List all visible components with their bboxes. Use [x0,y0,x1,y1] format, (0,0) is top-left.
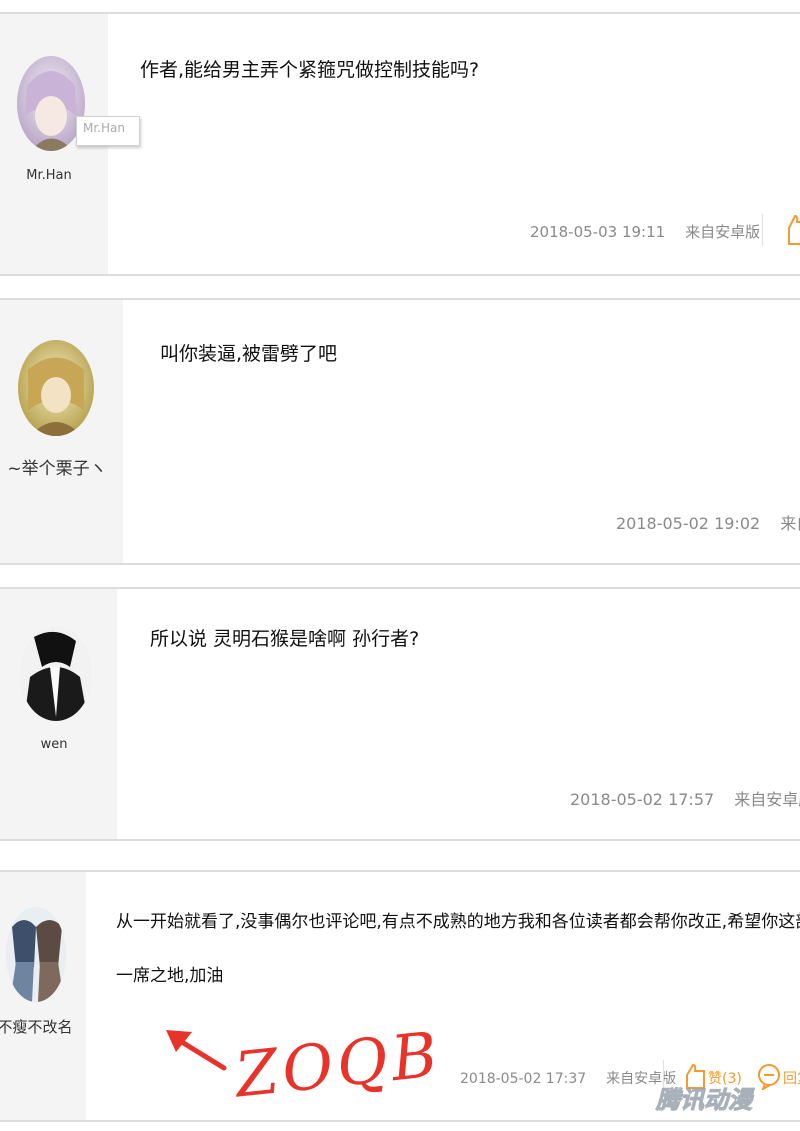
avatar[interactable] [17,56,85,151]
watermark: 腾讯动漫 [656,1086,753,1115]
reply-bubble-icon[interactable] [757,1062,781,1094]
comment-date: 2018-05-02 17:37 [460,1071,587,1087]
comment-source: 来自安卓版 [685,223,761,241]
avatar[interactable] [6,907,66,1002]
comment-meta: 2018-05-02 17:37 来自安卓版 [460,1068,676,1088]
comment-text: 一席之地,加油 [116,966,224,986]
avatar[interactable] [20,627,92,721]
comment-meta: 2018-05-03 19:11 来自安卓版 [530,221,760,242]
comment-text: 从一开始就看了,没事偶尔也评论吧,有点不成熟的地方我和各位读者都会帮你改正,希望… [116,912,800,932]
username-tooltip: Mr.Han [76,116,140,146]
comment-source: 来自安卓版 [734,790,800,809]
comment-username[interactable]: wen [0,737,109,752]
comment-text: 作者,能给男主弄个紧箍咒做控制技能吗? [140,59,480,81]
thumb-up-icon[interactable] [785,212,800,250]
comment-date: 2018-05-03 19:11 [530,223,666,241]
arrow-annotation-icon [166,1030,227,1071]
comment-username[interactable]: Mr.Han [0,168,104,183]
comment-username[interactable]: 不瘦不改名 [0,1016,90,1037]
comment-card: Mr.Han Mr.Han 作者,能给男主弄个紧箍咒做控制技能吗? 2018-0… [0,12,800,276]
comment-card: ~举个栗子ヽ 叫你装逼,被雷劈了吧 2018-05-02 19:02 来自 [0,298,800,565]
avatar[interactable] [18,340,94,436]
comment-text: 叫你装逼,被雷劈了吧 [160,343,338,365]
comment-source: 来自 [780,514,800,533]
reply-button[interactable]: 回复 [783,1068,800,1088]
comment-text: 所以说 灵明石猴是啥啊 孙行者? [150,628,420,650]
comment-date: 2018-05-02 17:57 [570,790,715,809]
comment-meta: 2018-05-02 19:02 来自 [616,510,800,534]
comment-card: wen 所以说 灵明石猴是啥啊 孙行者? 2018-05-02 17:57 来自安… [0,587,800,841]
comment-date: 2018-05-02 19:02 [616,514,761,533]
comment-username[interactable]: ~举个栗子ヽ [2,454,112,479]
divider [762,214,763,246]
comment-meta: 2018-05-02 17:57 来自安卓版 [570,786,800,810]
